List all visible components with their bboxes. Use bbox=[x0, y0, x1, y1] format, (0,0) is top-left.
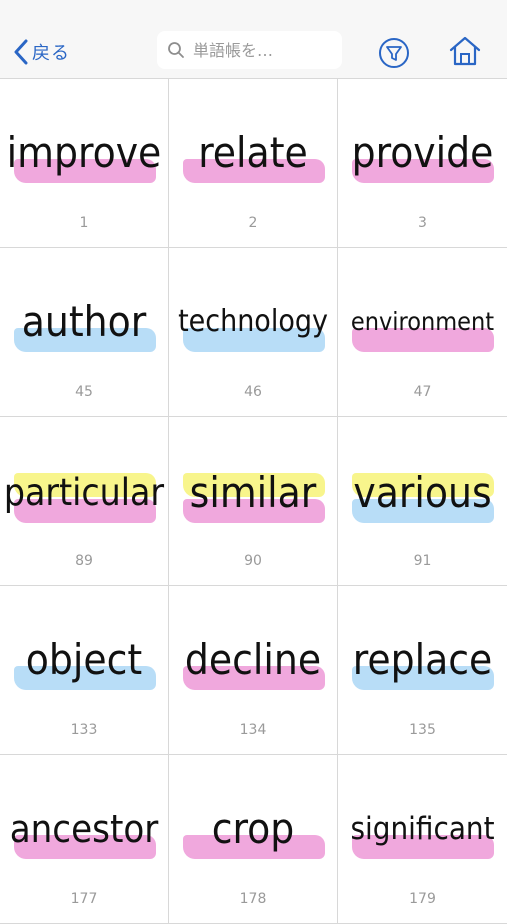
word-card-grid: improve 1 relate 2 provide 3 author 45 technolog… bbox=[0, 79, 507, 924]
card-word: relate bbox=[198, 128, 308, 177]
word-card[interactable]: significant 179 bbox=[338, 755, 507, 924]
search-bar[interactable] bbox=[157, 31, 342, 69]
chevron-left-icon bbox=[14, 39, 28, 65]
card-word: decline bbox=[184, 635, 322, 684]
card-word: technology bbox=[178, 304, 328, 339]
word-card[interactable]: similar 90 bbox=[169, 417, 338, 586]
card-word: similar bbox=[189, 468, 317, 517]
search-icon bbox=[168, 42, 184, 58]
card-word: crop bbox=[211, 804, 295, 853]
word-card[interactable]: author 45 bbox=[0, 248, 169, 417]
home-button[interactable] bbox=[448, 35, 482, 71]
card-number: 45 bbox=[75, 384, 93, 400]
word-card[interactable]: improve 1 bbox=[0, 79, 169, 248]
card-number: 133 bbox=[70, 722, 98, 738]
search-input[interactable] bbox=[193, 40, 333, 60]
card-word: particular bbox=[3, 471, 165, 514]
word-card[interactable]: object 133 bbox=[0, 586, 169, 755]
word-card[interactable]: relate 2 bbox=[169, 79, 338, 248]
card-word: replace bbox=[352, 635, 493, 684]
word-card[interactable]: decline 134 bbox=[169, 586, 338, 755]
card-number: 89 bbox=[75, 553, 93, 569]
navigation-bar: 戻る bbox=[0, 0, 507, 79]
word-card[interactable]: environment 47 bbox=[338, 248, 507, 417]
card-number: 3 bbox=[418, 215, 427, 231]
card-word: ancestor bbox=[9, 807, 159, 851]
card-number: 134 bbox=[239, 722, 267, 738]
word-card[interactable]: ancestor 177 bbox=[0, 755, 169, 924]
word-card[interactable]: various 91 bbox=[338, 417, 507, 586]
filter-icon bbox=[379, 38, 409, 68]
card-number: 91 bbox=[413, 553, 432, 569]
card-number: 90 bbox=[244, 553, 262, 569]
card-word: environment bbox=[350, 307, 495, 336]
card-number: 177 bbox=[70, 891, 98, 907]
card-word: object bbox=[25, 635, 143, 684]
word-card[interactable]: provide 3 bbox=[338, 79, 507, 248]
word-card[interactable]: replace 135 bbox=[338, 586, 507, 755]
card-word: improve bbox=[6, 128, 162, 177]
card-number: 178 bbox=[239, 891, 267, 907]
card-number: 46 bbox=[244, 384, 262, 400]
card-number: 47 bbox=[413, 384, 432, 400]
card-word: various bbox=[353, 468, 492, 517]
card-number: 2 bbox=[248, 215, 258, 231]
card-number: 179 bbox=[409, 891, 436, 907]
back-button[interactable]: 戻る bbox=[14, 38, 70, 66]
card-word: significant bbox=[350, 811, 495, 847]
home-icon bbox=[449, 36, 481, 66]
card-word: author bbox=[21, 297, 147, 346]
filter-button[interactable] bbox=[378, 37, 410, 73]
back-label: 戻る bbox=[32, 43, 70, 64]
word-card[interactable]: crop 178 bbox=[169, 755, 338, 924]
card-number: 1 bbox=[79, 215, 89, 231]
word-card[interactable]: particular 89 bbox=[0, 417, 169, 586]
word-card[interactable]: technology 46 bbox=[169, 248, 338, 417]
card-number: 135 bbox=[409, 722, 436, 738]
card-word: provide bbox=[351, 128, 494, 177]
